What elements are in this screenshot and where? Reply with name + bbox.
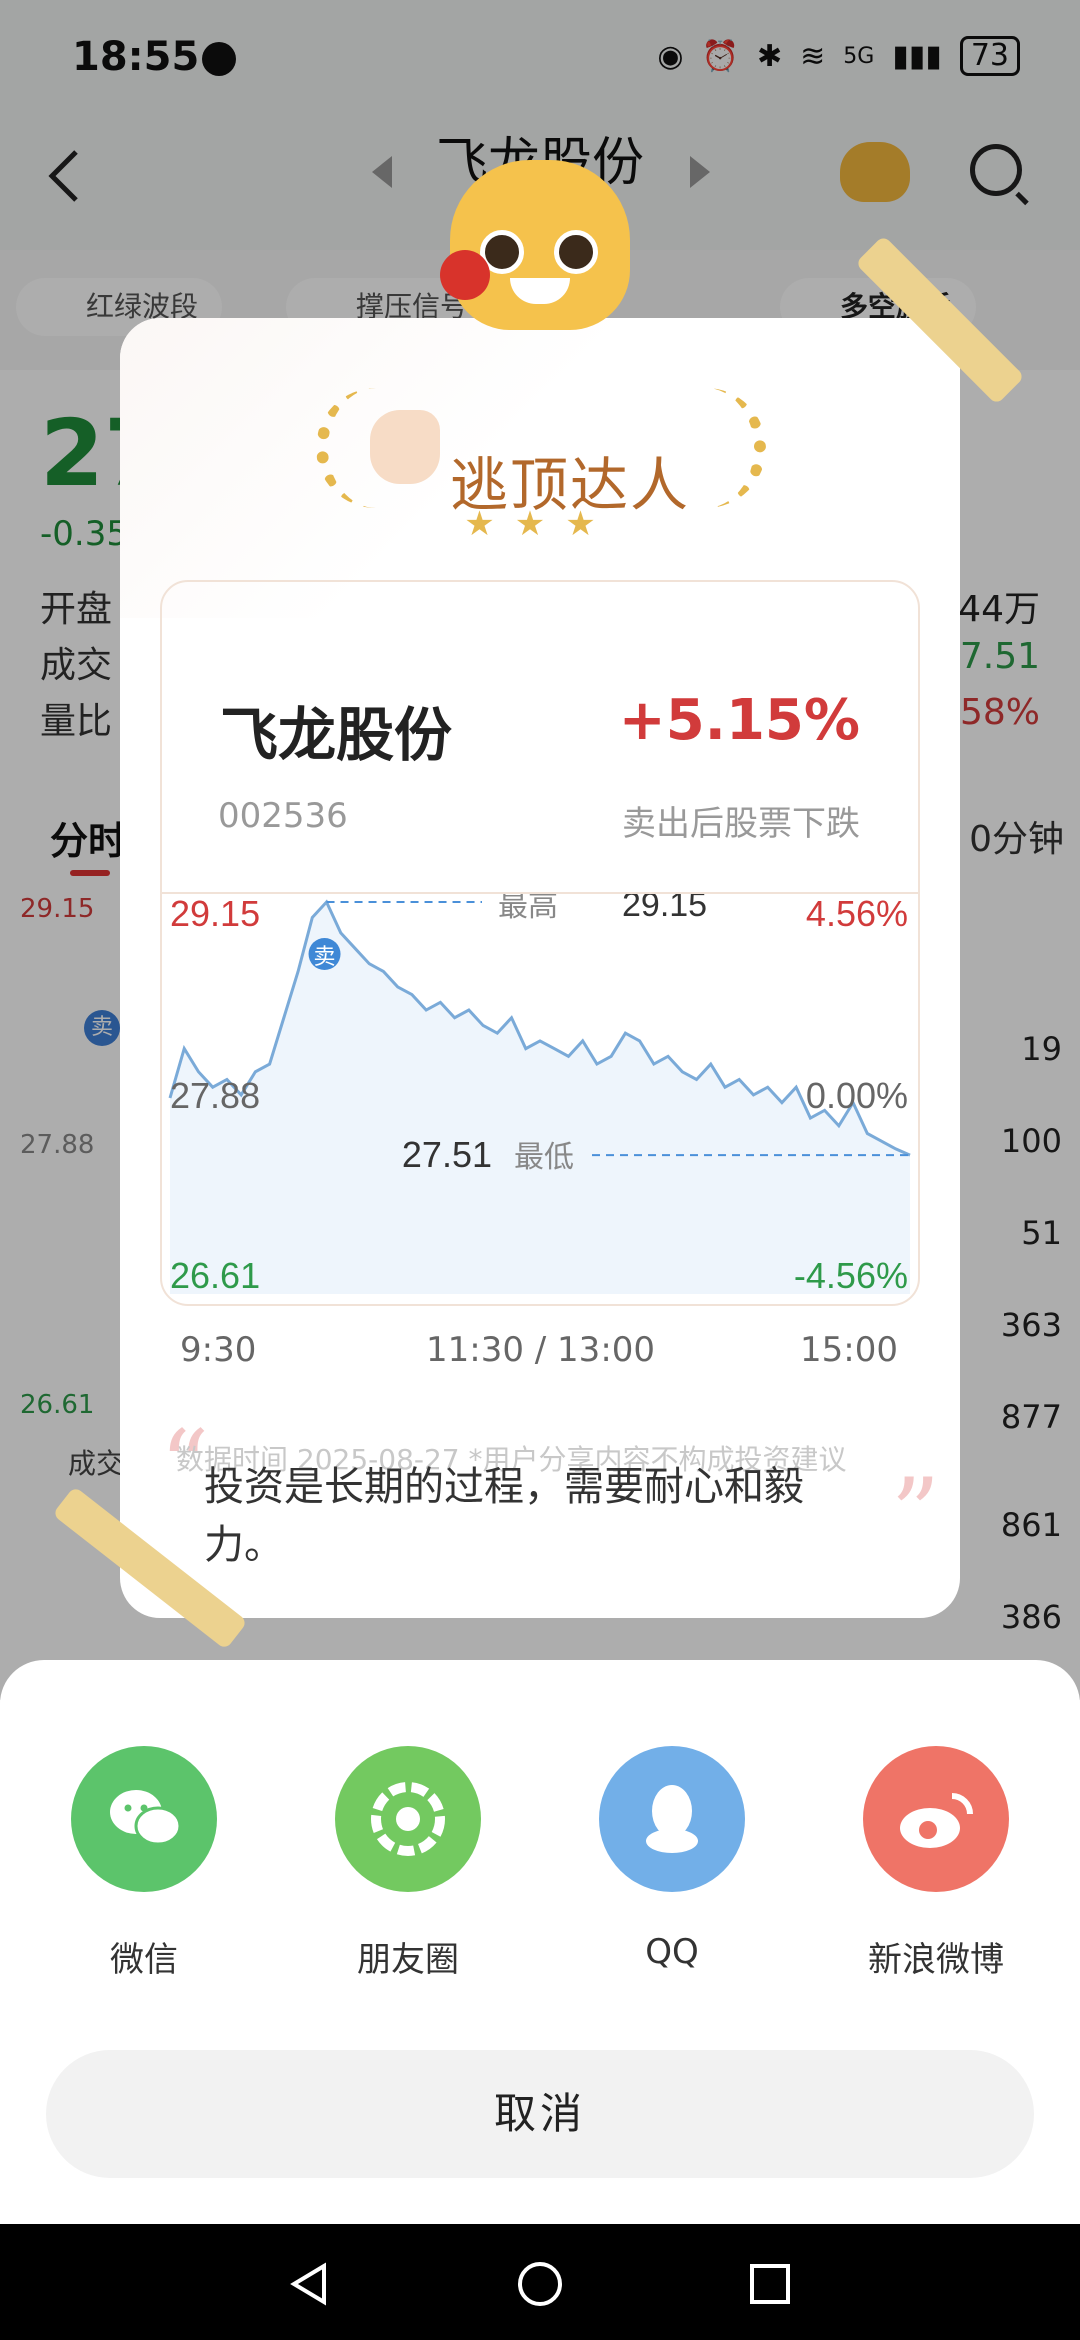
chart-area-fill	[170, 902, 910, 1294]
change-percent: +5.15%	[618, 688, 860, 753]
mascot-head	[450, 160, 630, 330]
share-label: 新浪微博	[868, 1940, 1004, 1980]
motto-text: 投资是长期的过程，需要耐心和毅力。	[204, 1464, 804, 1568]
low-value: 27.51	[402, 1134, 492, 1175]
share-sheet: 微信 朋友圈 QQ 新浪微博 取消	[0, 1660, 1080, 2224]
wechat-icon[interactable]	[71, 1746, 217, 1892]
y-tick-left: 29.15	[170, 894, 260, 934]
y-tick-left: 27.88	[170, 1075, 260, 1116]
share-label: 微信	[110, 1940, 178, 1980]
sell-marker-text: 卖	[314, 944, 336, 969]
cancel-button[interactable]: 取消	[46, 2050, 1034, 2178]
moments-icon[interactable]	[335, 1746, 481, 1892]
stars-icon: ★★★	[464, 504, 616, 544]
share-weibo[interactable]: 新浪微博	[846, 1746, 1026, 1981]
share-qq[interactable]: QQ	[582, 1746, 762, 1972]
close-quote-icon: ”	[890, 1458, 940, 1570]
time-tick: 9:30	[180, 1330, 257, 1370]
y-tick-right: 0.00%	[806, 1075, 908, 1116]
system-nav-bar	[0, 2224, 1080, 2340]
y-tick-right: 4.56%	[806, 894, 908, 934]
weibo-icon[interactable]	[863, 1746, 1009, 1892]
mascot-eye	[554, 230, 598, 274]
share-wechat[interactable]: 微信	[54, 1746, 234, 1981]
nav-home-icon[interactable]	[516, 2260, 564, 2308]
y-tick-left: 26.61	[170, 1255, 260, 1296]
dragon-mascot-icon	[450, 140, 630, 340]
time-tick: 15:00	[800, 1330, 898, 1370]
time-tick: 11:30 / 13:00	[426, 1330, 656, 1370]
qq-icon[interactable]	[599, 1746, 745, 1892]
nav-recents-icon[interactable]	[746, 2260, 794, 2308]
stock-code: 002536	[218, 796, 348, 836]
share-moments[interactable]: 朋友圈	[318, 1746, 498, 1981]
share-card: 逃顶达人 ★★★ 飞龙股份 002536 +5.15% 卖出后股票下跌 最高 29…	[120, 318, 960, 1618]
intraday-line-chart: 最高 29.15 27.51 最低 卖 29.15 27.88 26.61 4.56% 0.00%…	[168, 894, 911, 1296]
share-label: 朋友圈	[357, 1940, 459, 1980]
share-label: QQ	[645, 1932, 699, 1972]
high-value: 29.15	[622, 894, 707, 924]
low-label: 最低	[514, 1141, 574, 1174]
nav-back-icon[interactable]	[286, 2260, 334, 2308]
high-label: 最高	[498, 894, 558, 923]
stock-name: 飞龙股份	[220, 701, 453, 769]
rose-icon	[440, 250, 490, 300]
change-description: 卖出后股票下跌	[622, 804, 860, 844]
y-tick-right: -4.56%	[794, 1255, 908, 1296]
